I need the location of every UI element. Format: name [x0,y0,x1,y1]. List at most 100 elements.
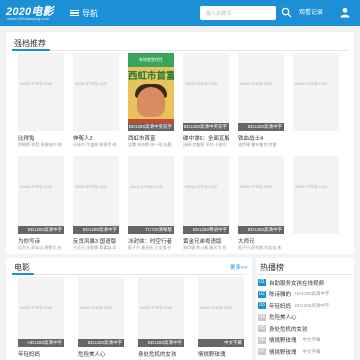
quality-badge: HD1280高清中字 [18,339,64,347]
movie-poster[interactable]: www.370dy.com [293,53,339,131]
movie-card[interactable]: www.370dy.com HD1280高清中字 年轻妈妈 [18,277,64,357]
poster-face [137,87,165,117]
hot-item[interactable]: 03 年轻妈妈 BD1280高清中字 [258,300,354,312]
movie-title[interactable]: 比得兔 [18,134,64,141]
site-logo[interactable]: 2020电影 www.2020dianying.com [6,3,60,23]
hot-item-label[interactable]: 陈诗雅的 [269,290,291,298]
movie-poster[interactable]: 有钱就是任性 西虹市首富 BD1280高清中英双字 [128,53,174,131]
movie-card[interactable]: www.370dy.com BD1280高清中字 大师兄 甄子丹,周秀娜,刘浩龙… [238,156,284,250]
quality-badge: BD1280高清中字 [78,339,124,347]
history-link[interactable]: 观看记录 [299,6,323,20]
movie-title[interactable]: 情挑野玫瑰 [198,350,244,357]
movie-poster[interactable]: www.370dy.com 中文字幕 [198,277,244,347]
watermark: www.370dy.com [20,305,53,310]
movie-title[interactable]: 西虹市首富 [128,134,174,141]
movie-actors: 甄子丹,黄圣依,王宝强,任 [128,245,172,250]
movie-title[interactable] [293,237,339,244]
movie-poster[interactable]: www.370dy.com TC720清晰版 [128,156,174,234]
movie-card[interactable]: www.370dy.com BD1280高清中字 反贪风暴3 国语版 古天乐,张… [73,156,119,250]
movie-card[interactable]: www.370dy.com 伸冤人2 丹泽尔·华盛顿,佩德罗·帕 [73,53,119,147]
menu-icon [70,9,79,17]
rank-number: 01 [258,279,266,287]
movie-actors [293,142,339,147]
hot-item-label[interactable]: 危险美人心 [269,313,297,321]
movie-title[interactable] [293,134,339,141]
movie-title[interactable]: 伸冤人2 [73,134,119,141]
movie-poster[interactable]: www.370dy.com BD1280高清中字 [238,156,284,234]
quality-badge: BD1280高清中英双字 [128,123,174,131]
hot-item[interactable]: 02 陈诗雅的 HD1280高清中字 [258,289,354,301]
movie-card[interactable]: 有钱就是任性 西虹市首富 BD1280高清中英双字 西虹市首富 沈腾,宋芸桦,张… [128,53,174,147]
rank-number: 06 [258,336,266,344]
watermark: www.370dy.com [295,184,328,189]
movie-card[interactable]: www.370dy.com BD1280高清中英双字 碟中谍6：全面瓦解 汤姆·… [183,53,229,147]
movie-poster[interactable]: www.370dy.com BD1280高清中字 [238,53,284,131]
logo-url: www.2020dianying.com [7,16,50,21]
section-divider [12,274,246,275]
quality-badge: BD1280粤语中字 [183,226,229,234]
nav-label: 导航 [82,8,98,18]
hot-item-label[interactable]: 年轻妈妈 [269,302,291,310]
quality-badge: 中文字幕 [198,339,244,347]
movie-poster[interactable]: www.370dy.com BD1280高清中字 [73,156,119,234]
movie-card[interactable]: www.370dy.com BD1280粤语中字 黄金兄弟粤语版 郑伊健,陈小春… [183,156,229,250]
rank-number: 07 [258,348,266,356]
movie-poster[interactable]: www.370dy.com BD1280高清中英双字 [183,53,229,131]
poster-artwork: 有钱就是任性 西虹市首富 [128,53,174,131]
movie-title[interactable]: 黄金兄弟粤语版 [183,237,229,244]
user-icon[interactable] [339,7,351,18]
movie-card[interactable]: www.370dy.com BD1280高清中字 为你写诗 吴亦凡,郭采洁,周德… [18,156,64,250]
movie-card[interactable]: www.370dy.com 比得兔 詹姆斯·柯登,多姆纳尔·格 [18,53,64,147]
movie-actors: 丹泽尔·华盛顿,佩德罗·帕 [73,142,117,147]
movie-card[interactable]: www.370dy.com BD1280高清中字 身处危机的女孩 [138,277,184,357]
movie-poster[interactable]: www.370dy.com BD1280高清中字 [78,277,124,347]
movie-actors: 波伊德·霍布鲁克,特雷· [238,142,278,147]
watermark: www.370dy.com [20,81,53,86]
movie-poster[interactable]: www.370dy.com BD1280高清中字 [18,156,64,234]
movie-title[interactable]: 为你写诗 [18,237,64,244]
movie-poster[interactable]: www.370dy.com BD1280高清中字 [138,277,184,347]
movie-title[interactable]: 冰封侠：时空行者 [128,237,174,244]
movie-card[interactable]: www.370dy.com BD1280高清中字 铁血战士4 波伊德·霍布鲁克,… [238,53,284,147]
watermark: www.370dy.com [240,184,273,189]
movie-card[interactable]: www.370dy.com [293,53,339,147]
movie-title[interactable]: 铁血战士4 [238,134,284,141]
hot-item-label[interactable]: 身处危机的女孩 [269,325,308,333]
movie-poster[interactable]: www.370dy.com BD1280粤语中字 [183,156,229,234]
hot-item[interactable]: 05 身处危机的女孩 [258,323,354,335]
movie-card[interactable]: www.370dy.com BD1280高清中字 危险美人心 [78,277,124,357]
movie-title[interactable]: 反贪风暴3 国语版 [73,237,119,244]
movie-actors [293,245,339,250]
hot-item[interactable]: 07 情挑野玫瑰 中文字幕 [258,346,354,358]
hot-item-label[interactable]: 情挑野玫瑰 [269,336,297,344]
poster-title: 西虹市首富 [128,71,174,82]
movie-card[interactable]: www.370dy.com [293,156,339,250]
search-icon[interactable] [281,7,292,18]
movie-title[interactable]: 大师兄 [238,237,284,244]
movie-poster[interactable]: www.370dy.com [293,156,339,234]
hot-item-label[interactable]: 情挑野玫瑰 [269,348,297,356]
movie-title[interactable]: 危险美人心 [78,350,124,357]
hot-item-label[interactable]: 自助服务女孩在线视频 [269,279,324,287]
search-input[interactable]: 输入关键词 [200,6,276,20]
movie-title[interactable]: 身处危机的女孩 [138,350,184,357]
watermark: www.370dy.com [130,184,163,189]
hot-item-tag: 中文字幕 [302,337,321,343]
hot-list: 01 自助服务女孩在线视频 02 陈诗雅的 HD1280高清中字 03 年轻妈妈… [258,277,354,358]
movie-card[interactable]: www.370dy.com 中文字幕 情挑野玫瑰 [198,277,244,357]
quality-badge: TC720清晰版 [128,226,174,234]
hot-item[interactable]: 01 自助服务女孩在线视频 [258,277,354,289]
section-divider [258,274,352,275]
movie-actors: 汤姆·克鲁斯,亨利·卡维尔 [183,142,227,147]
movie-title[interactable]: 碟中谍6：全面瓦解 [183,134,229,141]
hot-item[interactable]: 04 危险美人心 [258,312,354,324]
movie-card[interactable]: www.370dy.com TC720清晰版 冰封侠：时空行者 甄子丹,黄圣依,… [128,156,174,250]
movie-poster[interactable]: www.370dy.com HD1280高清中字 [18,277,64,347]
nav-button[interactable]: 导航 [70,5,98,21]
hot-item[interactable]: 06 情挑野玫瑰 中文字幕 [258,335,354,347]
movie-poster[interactable]: www.370dy.com [18,53,64,131]
movie-poster[interactable]: www.370dy.com [73,53,119,131]
movie-title[interactable]: 年轻妈妈 [18,350,64,357]
more-link[interactable]: 更多>> [230,263,247,271]
movie-actors: 古天乐,张智霖,郑嘉颖,邓 [73,245,117,250]
